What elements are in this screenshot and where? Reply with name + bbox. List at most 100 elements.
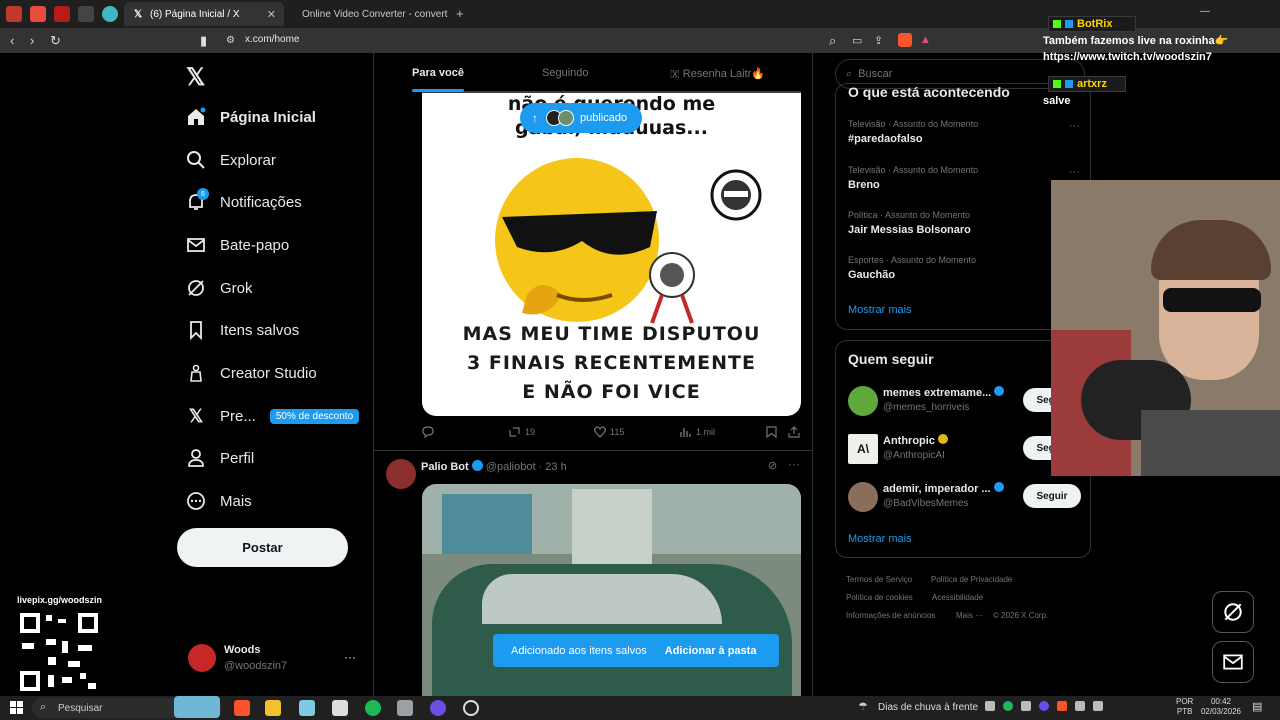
- language-line-1: POR: [1176, 697, 1194, 706]
- grok-icon[interactable]: ⊘: [768, 459, 777, 472]
- post-more-icon[interactable]: ···: [788, 457, 800, 471]
- pinned-tab-icon-3[interactable]: [102, 6, 118, 22]
- site-info-icon[interactable]: ⚙: [226, 35, 235, 46]
- share-button[interactable]: [788, 426, 804, 438]
- tab-resenha[interactable]: 🇽 Resenha Laitr🔥: [670, 67, 765, 81]
- share-icon[interactable]: ⇪: [874, 34, 883, 47]
- chat-username: artxrz: [1077, 78, 1107, 90]
- post-image-meme[interactable]: não é querendo me gabar, muuuuas... MAS …: [422, 91, 801, 416]
- new-tab-button[interactable]: +: [456, 6, 464, 21]
- x-logo-icon[interactable]: 𝕏: [186, 63, 205, 92]
- author-handle[interactable]: @paliobot: [486, 461, 536, 473]
- post-time[interactable]: · 23 h: [539, 461, 567, 473]
- trend-more-icon[interactable]: ···: [1069, 166, 1080, 178]
- new-posts-pill[interactable]: ↑ publicado: [520, 103, 642, 133]
- add-to-folder-button[interactable]: Adicionar à pasta: [665, 645, 757, 657]
- avatar[interactable]: [386, 459, 416, 489]
- tab-title: (6) Página Inicial / X: [150, 8, 240, 20]
- netflix-tab-icon[interactable]: [54, 6, 70, 22]
- footer-link[interactable]: Política de cookies: [846, 593, 913, 602]
- reload-icon[interactable]: ↻: [50, 33, 61, 49]
- file-explorer-icon[interactable]: [265, 700, 281, 716]
- account-switcher[interactable]: Woods @woodszin7 ···: [188, 640, 363, 680]
- kick-icon: [1053, 80, 1061, 88]
- footer-link[interactable]: Termos de Serviço: [846, 575, 912, 584]
- views-button[interactable]: 1 mil: [680, 426, 715, 438]
- bookmark-button[interactable]: [766, 426, 781, 438]
- verified-badge-icon: [471, 460, 483, 471]
- obs-icon[interactable]: [463, 700, 479, 716]
- footer-link[interactable]: Informações de anúncios: [846, 611, 935, 620]
- tray-icon[interactable]: [985, 701, 995, 711]
- url-field[interactable]: x.com/home: [245, 34, 299, 45]
- show-more-link[interactable]: Mostrar mais: [848, 304, 912, 316]
- tray-icon[interactable]: [1039, 701, 1049, 711]
- network-icon[interactable]: [1093, 701, 1103, 711]
- spotify-icon[interactable]: [365, 700, 381, 716]
- grok-float-button[interactable]: [1212, 591, 1254, 633]
- footer-link[interactable]: Acessibilidade: [932, 593, 983, 602]
- tab-for-you[interactable]: Para você: [412, 67, 464, 79]
- nav-home[interactable]: Página Inicial: [186, 102, 316, 132]
- language-indicator[interactable]: POR PTB: [1176, 697, 1193, 717]
- footer-link[interactable]: Política de Privacidade: [931, 575, 1012, 584]
- post-button[interactable]: Postar: [177, 528, 348, 567]
- close-tab-icon[interactable]: ✕: [267, 8, 276, 21]
- brave-shield-icon[interactable]: [898, 33, 912, 47]
- bookmark-page-icon[interactable]: ▮: [200, 33, 207, 49]
- reply-button[interactable]: [422, 426, 438, 438]
- messages-float-button[interactable]: [1212, 641, 1254, 683]
- app-taskbar-icon[interactable]: [299, 700, 315, 716]
- home-icon: [186, 107, 206, 127]
- nav-profile[interactable]: Perfil: [186, 443, 254, 473]
- zoom-icon[interactable]: ⌕: [829, 33, 836, 49]
- capcut-icon[interactable]: [332, 700, 348, 716]
- app-taskbar-icon-2[interactable]: [397, 700, 413, 716]
- tray-icon[interactable]: [1021, 701, 1031, 711]
- like-button[interactable]: 115: [594, 426, 624, 438]
- tray-icon[interactable]: [1003, 701, 1013, 711]
- trend-item[interactable]: Televisão · Assunto do Momento Breno: [848, 165, 1078, 191]
- volume-icon[interactable]: [1075, 701, 1085, 711]
- nav-premium[interactable]: 𝕏 Pre... 50% de desconto: [186, 401, 360, 431]
- cast-icon[interactable]: ▭: [852, 34, 862, 47]
- nav-explore[interactable]: Explorar: [186, 145, 276, 175]
- weather-icon[interactable]: ☂: [858, 700, 868, 713]
- discord-icon[interactable]: [430, 700, 446, 716]
- trend-item[interactable]: Esportes · Assunto do Momento Gauchão: [848, 255, 1078, 281]
- rewards-icon[interactable]: ▲: [920, 34, 931, 46]
- nav-bookmarks[interactable]: Itens salvos: [186, 315, 299, 345]
- footer-more-link[interactable]: Mais ···: [956, 611, 983, 620]
- nav-more[interactable]: Mais: [186, 486, 252, 516]
- forward-icon[interactable]: ›: [30, 33, 34, 48]
- follow-suggestion[interactable]: ademir, imperador ... @BadVibesMemes Seg…: [848, 480, 1088, 514]
- clock[interactable]: 00:42 02/03/2026: [1200, 697, 1242, 717]
- windows-start-icon[interactable]: [10, 701, 23, 714]
- brave-taskbar-icon[interactable]: [234, 700, 250, 716]
- trend-item[interactable]: Política · Assunto do Momento Jair Messi…: [848, 210, 1078, 236]
- follow-button[interactable]: Seguir: [1023, 484, 1081, 508]
- author-name[interactable]: Palio Bot: [421, 461, 469, 473]
- back-icon[interactable]: ‹: [10, 33, 14, 48]
- taskbar-search[interactable]: ⌕ Pesquisar: [32, 696, 222, 718]
- trend-item[interactable]: Televisão · Assunto do Momento #paredaof…: [848, 119, 1078, 145]
- trend-more-icon[interactable]: ···: [1069, 120, 1080, 132]
- tab-video-converter[interactable]: Online Video Converter - converta vi: [288, 2, 448, 26]
- weather-text[interactable]: Dias de chuva à frente: [878, 702, 978, 713]
- tab-following[interactable]: Seguindo: [542, 67, 589, 79]
- pinned-tab-icon-2[interactable]: [78, 6, 94, 22]
- tray-icon[interactable]: [1057, 701, 1067, 711]
- pinned-tab-icon[interactable]: [6, 6, 22, 22]
- tab-x-home[interactable]: 𝕏 (6) Página Inicial / X ✕: [124, 2, 284, 26]
- mail-icon: [1223, 654, 1243, 670]
- nav-notifications[interactable]: 6 Notificações: [186, 187, 302, 217]
- nav-grok[interactable]: Grok: [186, 273, 253, 303]
- repost-button[interactable]: 19: [508, 426, 535, 438]
- nav-creator-studio[interactable]: Creator Studio: [186, 358, 317, 388]
- show-more-link[interactable]: Mostrar mais: [848, 533, 912, 545]
- nav-chat[interactable]: Bate-papo: [186, 230, 289, 260]
- account-more-icon[interactable]: ···: [344, 650, 356, 664]
- notification-center-icon[interactable]: ▤: [1252, 700, 1262, 713]
- search-icon: [186, 150, 206, 170]
- youtube-tab-icon[interactable]: [30, 6, 46, 22]
